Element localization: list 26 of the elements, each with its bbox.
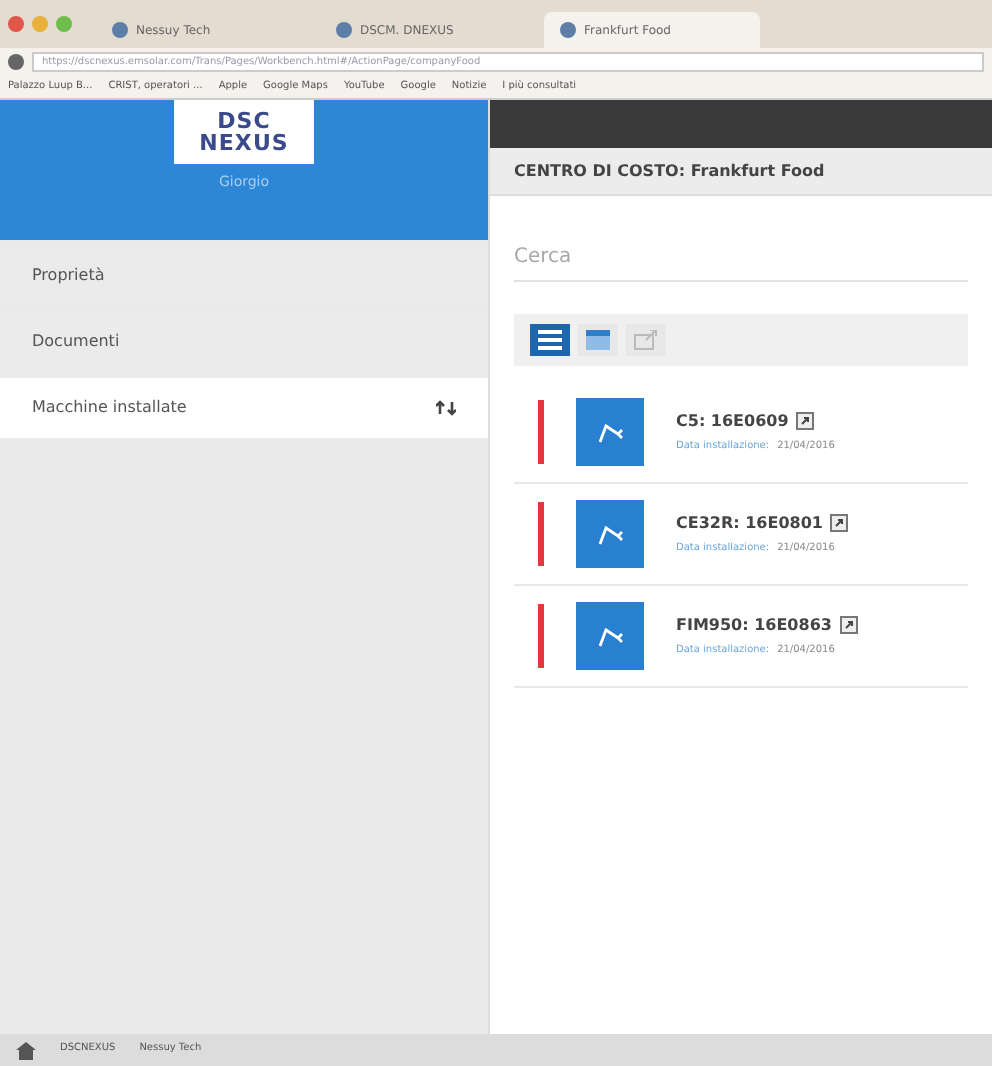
- view-button[interactable]: [578, 324, 618, 356]
- machine-title: C5: 16E0609: [676, 409, 789, 434]
- card-icon: [586, 330, 610, 350]
- machine-thumbnail[interactable]: [576, 602, 644, 670]
- status-bar: [538, 400, 544, 464]
- home-icon[interactable]: [16, 1041, 36, 1059]
- page-title: CENTRO DI COSTO: Frankfurt Food: [514, 159, 825, 183]
- external-link-icon[interactable]: [796, 412, 815, 431]
- external-link-icon[interactable]: [830, 514, 849, 533]
- robot-arm-icon: [596, 624, 624, 648]
- logo: DSC NEXUS: [174, 100, 314, 164]
- status-bar: [538, 604, 544, 668]
- machine-thumbnail[interactable]: [576, 500, 644, 568]
- status-bar: [538, 502, 544, 566]
- external-link-icon[interactable]: [839, 616, 858, 635]
- robot-arm-icon: [596, 420, 624, 444]
- machine-title: FIM950: 16E0863: [676, 613, 832, 638]
- machine-title: CE32R: 16E0801: [676, 511, 823, 536]
- machine-thumbnail[interactable]: [576, 398, 644, 466]
- robot-arm-icon: [596, 522, 624, 546]
- view-button[interactable]: [530, 324, 570, 356]
- search-field[interactable]: Cerca: [514, 234, 968, 282]
- export-icon: [634, 330, 658, 350]
- swap-icon: [436, 400, 456, 416]
- sidebar-item[interactable]: Macchine installate: [0, 378, 488, 438]
- list-icon: [538, 330, 562, 350]
